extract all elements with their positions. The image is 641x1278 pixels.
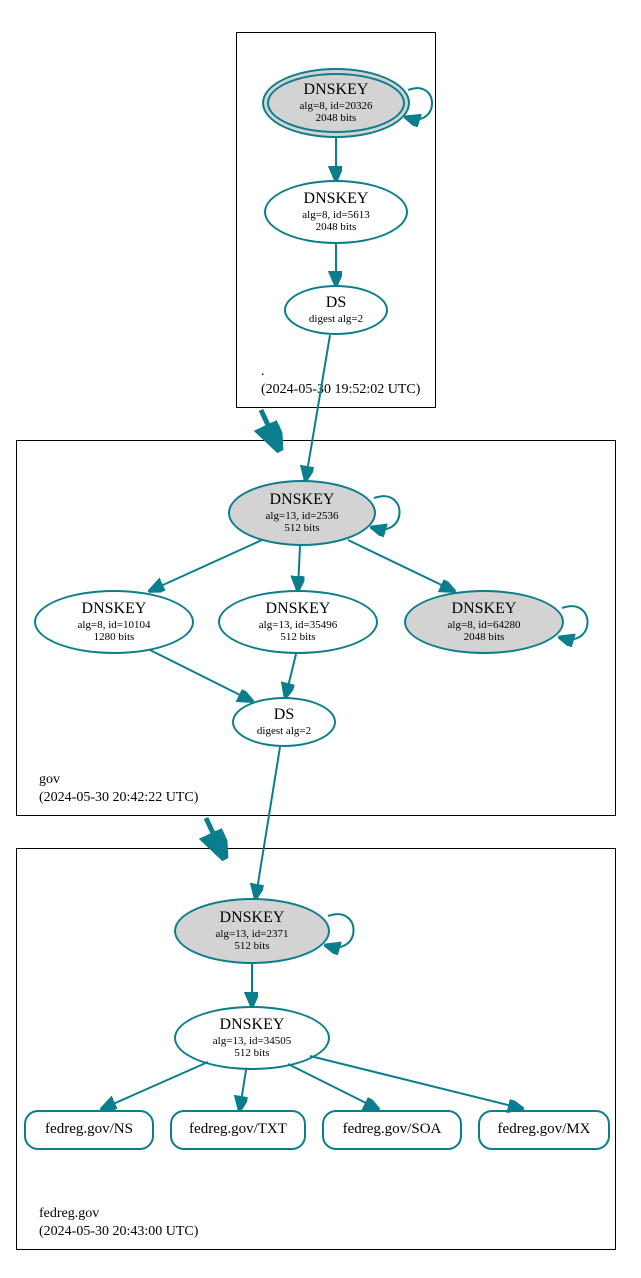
node-root-ds: DS digest alg=2 <box>284 285 388 335</box>
node-sub1: digest alg=2 <box>309 313 363 326</box>
node-gov-k1: DNSKEY alg=8, id=10104 1280 bits <box>34 590 194 654</box>
node-sub1: alg=8, id=64280 <box>448 619 521 632</box>
node-sub2: 1280 bits <box>94 631 135 644</box>
node-title: DNSKEY <box>304 190 369 208</box>
node-root-ksk: DNSKEY alg=8, id=20326 2048 bits <box>262 68 410 138</box>
node-title: fedreg.gov/MX <box>498 1121 591 1138</box>
node-sub2: 2048 bits <box>316 221 357 234</box>
node-sub2: 512 bits <box>284 522 319 535</box>
node-title: DNSKEY <box>220 1016 285 1034</box>
node-title: DS <box>274 706 294 724</box>
node-gov-k3: DNSKEY alg=8, id=64280 2048 bits <box>404 590 564 654</box>
node-title: fedreg.gov/SOA <box>343 1121 442 1138</box>
node-sub1: alg=13, id=2371 <box>216 928 289 941</box>
node-sub2: 512 bits <box>234 1047 269 1060</box>
zone-gov-label: gov (2024-05-30 20:42:22 UTC) <box>39 771 198 807</box>
node-fed-zsk: DNSKEY alg=13, id=34505 512 bits <box>174 1006 330 1070</box>
node-sub1: alg=13, id=35496 <box>259 619 337 632</box>
node-title: DNSKEY <box>82 600 147 618</box>
node-sub1: digest alg=2 <box>257 725 311 738</box>
node-title: DNSKEY <box>304 81 369 99</box>
zone-root-name: . <box>261 363 420 381</box>
node-title: DS <box>326 294 346 312</box>
zone-root-ts: (2024-05-30 19:52:02 UTC) <box>261 381 420 399</box>
zone-fedreg-ts: (2024-05-30 20:43:00 UTC) <box>39 1223 198 1241</box>
node-rr-txt: fedreg.gov/TXT <box>170 1110 306 1150</box>
node-gov-ds: DS digest alg=2 <box>232 697 336 747</box>
zone-root-label: . (2024-05-30 19:52:02 UTC) <box>261 363 420 399</box>
node-sub1: alg=8, id=5613 <box>302 209 369 222</box>
zone-fedreg-label: fedreg.gov (2024-05-30 20:43:00 UTC) <box>39 1205 198 1241</box>
node-title: DNSKEY <box>266 600 331 618</box>
node-sub1: alg=13, id=2536 <box>266 510 339 523</box>
node-rr-ns: fedreg.gov/NS <box>24 1110 154 1150</box>
node-sub2: 512 bits <box>234 940 269 953</box>
node-title: fedreg.gov/NS <box>45 1121 133 1138</box>
node-sub2: 2048 bits <box>316 112 357 125</box>
node-gov-k2: DNSKEY alg=13, id=35496 512 bits <box>218 590 378 654</box>
node-rr-soa: fedreg.gov/SOA <box>322 1110 462 1150</box>
node-sub1: alg=8, id=20326 <box>300 100 373 113</box>
node-sub1: alg=8, id=10104 <box>78 619 151 632</box>
node-title: DNSKEY <box>220 909 285 927</box>
node-title: DNSKEY <box>270 491 335 509</box>
node-gov-ksk: DNSKEY alg=13, id=2536 512 bits <box>228 480 376 546</box>
node-fed-ksk: DNSKEY alg=13, id=2371 512 bits <box>174 898 330 964</box>
node-sub2: 512 bits <box>280 631 315 644</box>
node-sub2: 2048 bits <box>464 631 505 644</box>
node-title: fedreg.gov/TXT <box>189 1121 287 1138</box>
zone-gov-ts: (2024-05-30 20:42:22 UTC) <box>39 789 198 807</box>
node-rr-mx: fedreg.gov/MX <box>478 1110 610 1150</box>
zone-gov-name: gov <box>39 771 198 789</box>
node-root-zsk: DNSKEY alg=8, id=5613 2048 bits <box>264 180 408 244</box>
node-sub1: alg=13, id=34505 <box>213 1035 291 1048</box>
node-title: DNSKEY <box>452 600 517 618</box>
zone-fedreg-name: fedreg.gov <box>39 1205 198 1223</box>
